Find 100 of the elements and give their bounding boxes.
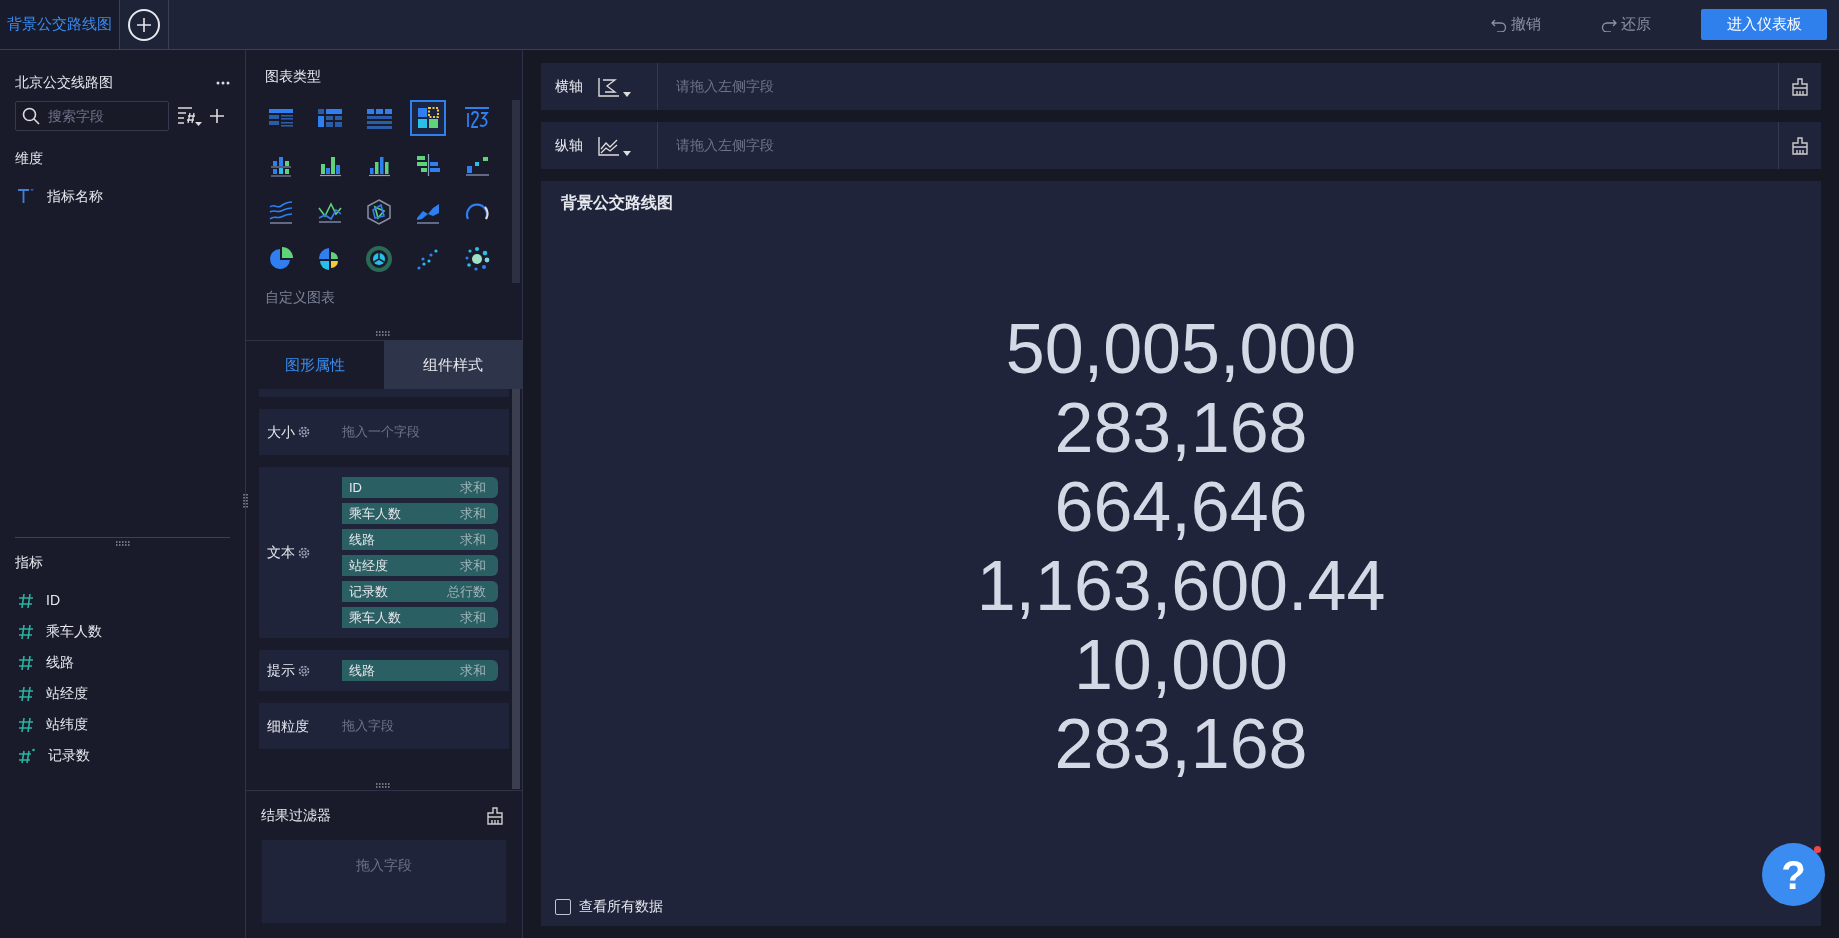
gear-icon bbox=[297, 545, 311, 560]
enter-dashboard-button[interactable]: 进入仪表板 bbox=[1701, 9, 1827, 40]
resize-handle-icon bbox=[375, 783, 391, 788]
drop-zone[interactable]: 请拖入左侧字段 bbox=[658, 63, 1778, 110]
line-chart-icon bbox=[267, 198, 295, 226]
field-name[interactable]: 站经度 bbox=[46, 683, 88, 704]
aggregation-label: 求和 bbox=[460, 608, 486, 627]
plus-icon bbox=[209, 108, 225, 124]
property-label: 文本 bbox=[267, 543, 295, 562]
field-pill[interactable]: 线路 求和 bbox=[342, 660, 498, 681]
property-tab[interactable]: 组件样式 bbox=[384, 341, 522, 389]
aggregation-label: 求和 bbox=[460, 530, 486, 549]
drop-zone[interactable]: 拖入字段 bbox=[342, 716, 394, 736]
axis-icon bbox=[597, 75, 621, 98]
sunburst-icon bbox=[365, 245, 393, 273]
field-name: 乘车人数 bbox=[349, 504, 401, 523]
scrollbar[interactable] bbox=[512, 389, 520, 789]
gear-icon bbox=[297, 425, 311, 439]
field-pill[interactable]: 乘车人数 求和 bbox=[342, 503, 498, 524]
search-field[interactable]: 搜索字段 bbox=[15, 101, 169, 131]
section-title: 指标 bbox=[14, 553, 44, 572]
field-name: ID bbox=[349, 478, 362, 497]
caret-icon bbox=[623, 91, 631, 97]
add-field-button[interactable] bbox=[209, 108, 225, 124]
section-title: 结果过滤器 bbox=[261, 806, 331, 825]
aggregation-label: 求和 bbox=[460, 478, 486, 497]
search-icon bbox=[22, 107, 40, 125]
drop-zone[interactable]: 拖入字段 bbox=[262, 840, 506, 923]
metric-value: 283,168 bbox=[1054, 705, 1308, 784]
brush-icon bbox=[486, 806, 504, 825]
field-pill[interactable]: ID 求和 bbox=[342, 477, 498, 498]
help-button[interactable]: ? bbox=[1762, 843, 1825, 906]
field-name: 记录数 bbox=[349, 582, 388, 601]
hash-icon bbox=[18, 592, 34, 609]
field-pill[interactable]: 线路 求和 bbox=[342, 529, 498, 550]
aggregation-label: 总行数 bbox=[447, 582, 486, 601]
resize-handle-icon bbox=[243, 493, 248, 509]
field-name[interactable]: 记录数 bbox=[48, 745, 90, 766]
aggregation-label: 求和 bbox=[460, 556, 486, 575]
axis-type-button[interactable] bbox=[597, 75, 631, 98]
field-name: 乘车人数 bbox=[349, 608, 401, 627]
hash-icon bbox=[18, 685, 34, 702]
dataset-title: 北京公交线路图 bbox=[15, 73, 113, 92]
chart-type-button[interactable] bbox=[410, 100, 446, 136]
gear-icon bbox=[297, 663, 311, 678]
field-name: 线路 bbox=[349, 530, 375, 549]
hash-icon bbox=[18, 747, 36, 764]
sort-button[interactable] bbox=[177, 105, 203, 127]
metric-value: 283,168 bbox=[1054, 389, 1308, 468]
axis-type-button[interactable] bbox=[597, 134, 631, 157]
plus-icon bbox=[136, 16, 152, 33]
property-label: 提示 bbox=[267, 661, 295, 680]
field-name[interactable]: ID bbox=[46, 590, 60, 611]
aggregation-label: 求和 bbox=[460, 661, 486, 680]
field-pill[interactable]: 站经度 求和 bbox=[342, 555, 498, 576]
metric-value: 1,163,600.44 bbox=[976, 547, 1386, 626]
field-name[interactable]: 指标名称 bbox=[47, 185, 103, 207]
field-pill[interactable]: 记录数 总行数 bbox=[342, 581, 498, 602]
panel-title: 图表类型 bbox=[264, 67, 322, 86]
radar-chart-icon bbox=[365, 198, 393, 226]
redo-icon bbox=[1601, 17, 1617, 32]
checkbox-label: 查看所有数据 bbox=[579, 897, 663, 916]
chart-title: 背景公交路线图 bbox=[560, 193, 674, 213]
field-name[interactable]: 站纬度 bbox=[46, 714, 88, 735]
hash-icon bbox=[18, 716, 34, 733]
hash-icon bbox=[18, 654, 34, 671]
aggregation-label: 求和 bbox=[460, 504, 486, 523]
metric-value: 664,646 bbox=[1054, 468, 1308, 547]
brush-icon bbox=[1791, 77, 1809, 96]
custom-chart-link[interactable]: 自定义图表 bbox=[246, 287, 522, 308]
caret-icon bbox=[623, 150, 631, 156]
tab[interactable]: 背景公交路线图 bbox=[0, 0, 120, 49]
axis-label: 纵轴 bbox=[555, 136, 583, 155]
property-label: 大小 bbox=[267, 422, 295, 442]
resize-handle-icon bbox=[114, 541, 131, 546]
resize-handle-icon bbox=[375, 331, 391, 336]
section-title: 维度 bbox=[14, 149, 44, 168]
checkbox[interactable] bbox=[555, 898, 571, 915]
redo-button[interactable]: 还原 bbox=[1601, 13, 1651, 36]
more-icon bbox=[216, 80, 230, 85]
horizontal-bar-icon bbox=[414, 151, 442, 179]
field-name: 站经度 bbox=[349, 556, 388, 575]
hash-icon bbox=[18, 623, 34, 640]
field-name[interactable]: 乘车人数 bbox=[46, 621, 102, 642]
undo-icon bbox=[1491, 17, 1507, 32]
metric-value: 10,000 bbox=[1073, 626, 1289, 705]
drop-zone[interactable]: 请拖入左侧字段 bbox=[658, 122, 1778, 169]
axis-label: 横轴 bbox=[555, 77, 583, 96]
axis-icon bbox=[597, 134, 621, 157]
bubble-chart-icon bbox=[463, 245, 491, 273]
undo-button[interactable]: 撤销 bbox=[1491, 13, 1541, 36]
brush-icon bbox=[1791, 136, 1809, 155]
field-name[interactable]: 线路 bbox=[46, 652, 74, 673]
field-pill[interactable]: 乘车人数 求和 bbox=[342, 607, 498, 628]
sort-list-icon bbox=[177, 105, 203, 127]
property-label: 细粒度 bbox=[267, 716, 309, 736]
metric-value: 50,005,000 bbox=[1005, 310, 1357, 389]
text-type-icon bbox=[17, 188, 35, 204]
field-name: 线路 bbox=[349, 661, 375, 680]
add-tab-button[interactable] bbox=[128, 8, 160, 41]
